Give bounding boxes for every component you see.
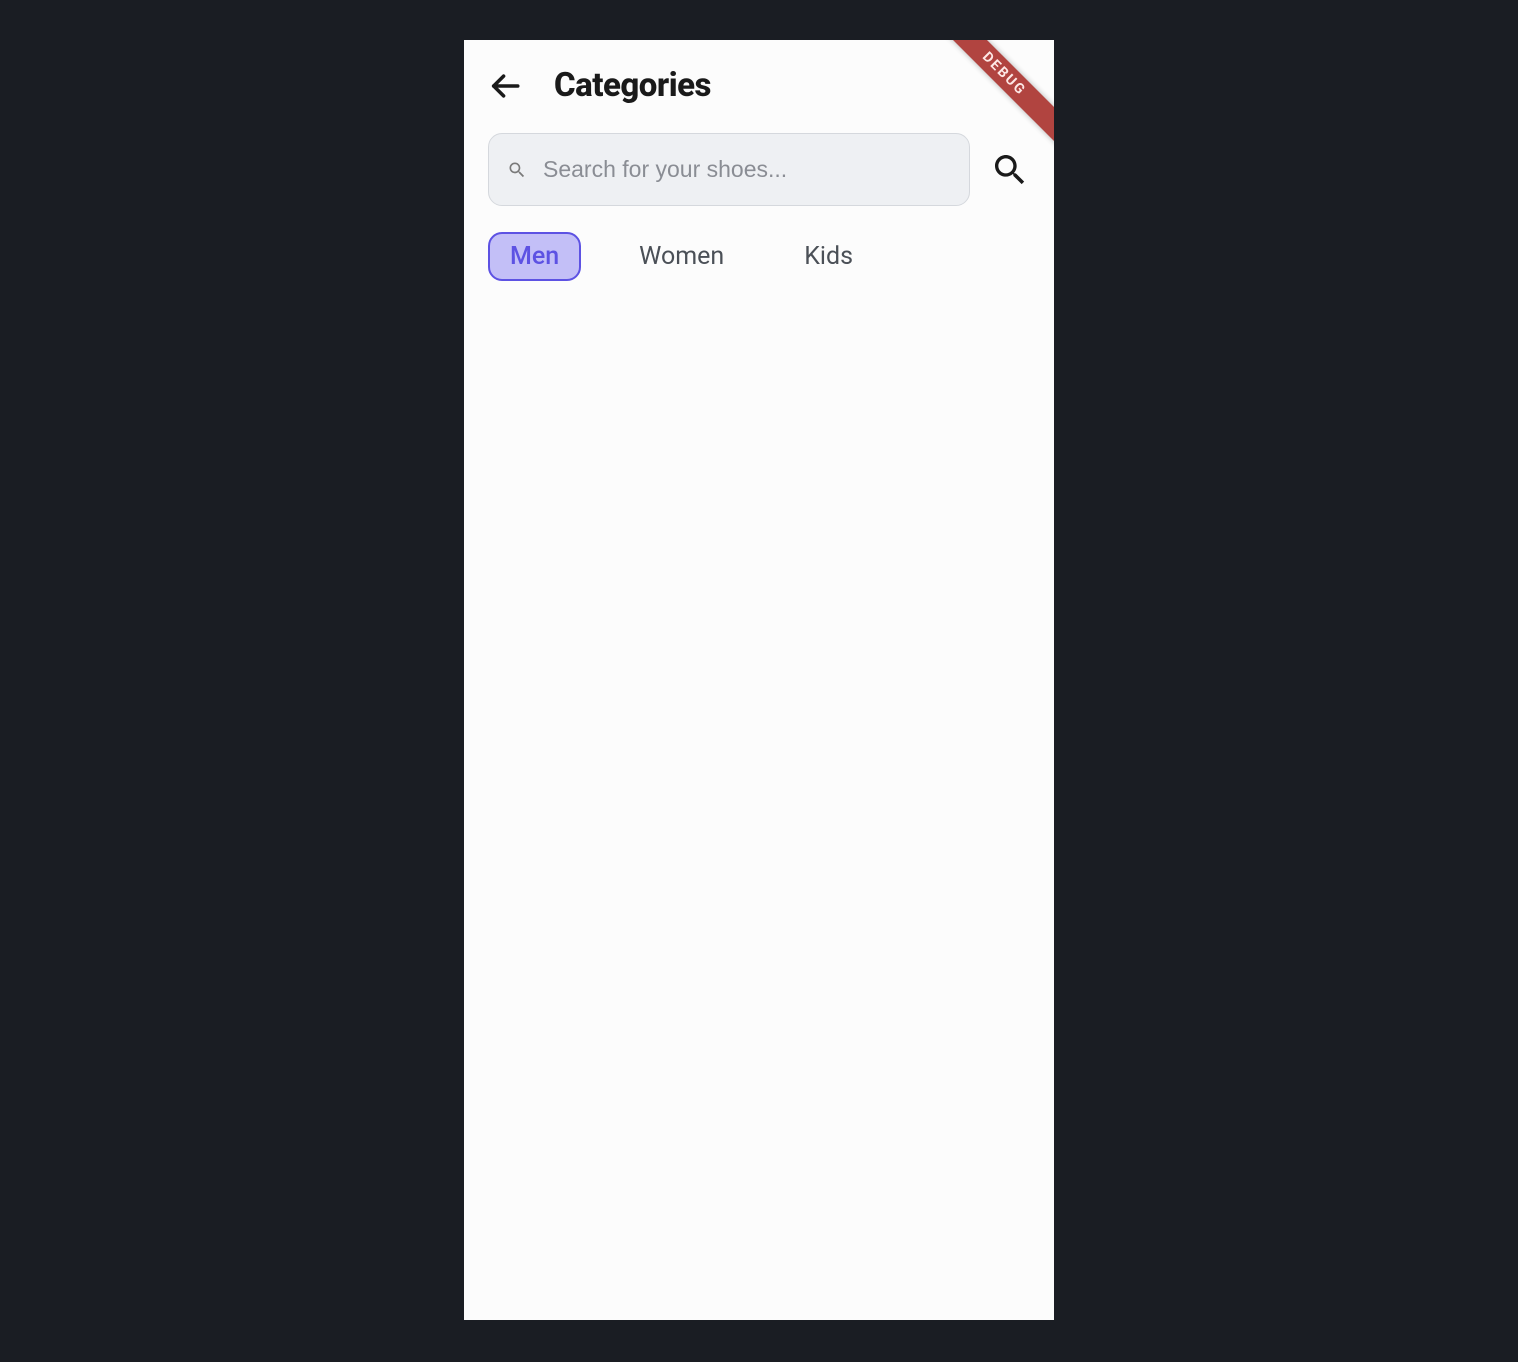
back-button[interactable]	[488, 69, 522, 103]
app-screen: DEBUG Categories Men Women K	[464, 40, 1054, 1320]
search-row	[464, 121, 1054, 218]
arrow-left-icon	[488, 69, 522, 103]
category-tabs: Men Women Kids	[464, 218, 1054, 295]
search-button[interactable]	[990, 150, 1030, 190]
tab-women[interactable]: Women	[617, 232, 746, 281]
search-icon	[507, 160, 527, 180]
search-icon	[990, 150, 1030, 190]
tab-kids[interactable]: Kids	[782, 232, 875, 281]
search-input[interactable]	[543, 156, 951, 183]
page-title: Categories	[554, 66, 711, 105]
search-box[interactable]	[488, 133, 970, 206]
header: Categories	[464, 40, 1054, 121]
tab-men[interactable]: Men	[488, 232, 581, 281]
